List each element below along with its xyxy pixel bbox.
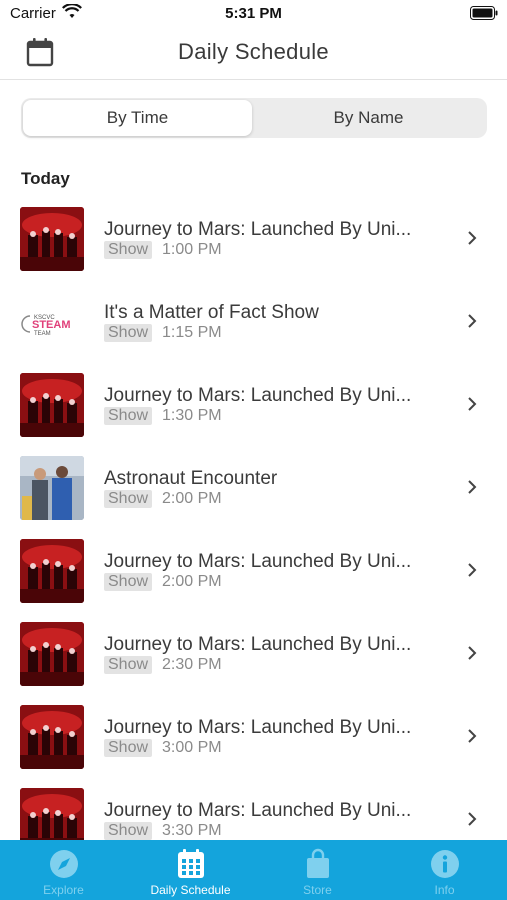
segment-by-name[interactable]: By Name [254, 100, 483, 136]
journey-to-mars-thumbnail-art [20, 622, 84, 686]
event-meta: Show 3:30 PM [104, 822, 222, 840]
event-thumbnail [20, 788, 84, 840]
tab-label: Daily Schedule [150, 883, 231, 897]
chevron-right-icon [468, 397, 477, 411]
event-title: Astronaut Encounter [104, 468, 278, 489]
tab-info[interactable]: Info [381, 840, 507, 900]
event-row[interactable]: Journey to Mars: Launched By Uni... Show 2… [0, 528, 507, 611]
event-title: It's a Matter of Fact Show [104, 302, 319, 323]
event-row[interactable]: Journey to Mars: Launched By Uni... Show 2… [0, 611, 507, 694]
event-thumbnail [20, 456, 84, 520]
event-meta: Show 2:00 PM [104, 490, 222, 508]
chevron-right-icon [468, 646, 477, 660]
journey-to-mars-thumbnail-art [20, 539, 84, 603]
steam-logo-sub: TEAM [34, 331, 51, 337]
event-time: 1:30 PM [162, 407, 222, 424]
event-type-badge: Show [104, 656, 153, 674]
battery-icon [470, 6, 498, 20]
event-type-badge: Show [104, 490, 153, 508]
event-meta: Show 1:00 PM [104, 241, 222, 259]
event-time: 2:00 PM [162, 573, 222, 590]
event-title: Journey to Mars: Launched By Uni... [104, 219, 412, 240]
journey-to-mars-thumbnail-art [20, 373, 84, 437]
tab-bar: Explore Daily Schedule Store Info [0, 840, 507, 900]
nav-bar: Daily Schedule [0, 28, 507, 80]
chevron-right-icon [468, 231, 477, 245]
event-type-badge: Show [104, 407, 153, 425]
event-meta: Show 1:15 PM [104, 324, 222, 342]
steam-logo-main: STEAM [32, 319, 71, 331]
event-type-badge: Show [104, 822, 153, 840]
tab-explore[interactable]: Explore [0, 840, 127, 900]
tab-label: Explore [43, 883, 84, 897]
info-icon [431, 850, 459, 878]
event-row[interactable]: KSCVC STEAM TEAM It's a Matter of Fact Show… [0, 279, 507, 362]
event-time: 1:15 PM [162, 324, 222, 341]
event-thumbnail [20, 373, 84, 437]
event-row[interactable]: Journey to Mars: Launched By Uni... Show 3… [0, 777, 507, 840]
event-title: Journey to Mars: Launched By Uni... [104, 800, 412, 821]
event-time: 2:00 PM [162, 490, 222, 507]
event-time: 3:00 PM [162, 739, 222, 756]
event-meta: Show 3:00 PM [104, 739, 222, 757]
tab-label: Store [303, 883, 332, 897]
event-meta: Show 1:30 PM [104, 407, 222, 425]
event-title: Journey to Mars: Launched By Uni... [104, 717, 412, 738]
event-row[interactable]: Journey to Mars: Launched By Uni... Show 1… [0, 196, 507, 279]
chevron-right-icon [468, 563, 477, 577]
shopping-bag-icon [307, 848, 329, 878]
event-row[interactable]: Astronaut Encounter Show 2:00 PM [0, 445, 507, 528]
event-list: Journey to Mars: Launched By Uni... Show 1… [0, 196, 507, 840]
journey-to-mars-thumbnail-art [20, 705, 84, 769]
page-title: Daily Schedule [178, 39, 329, 64]
event-row[interactable]: Journey to Mars: Launched By Uni... Show 3… [0, 694, 507, 777]
chevron-right-icon [468, 480, 477, 494]
journey-to-mars-thumbnail-art [20, 788, 84, 840]
event-thumbnail [20, 622, 84, 686]
chevron-right-icon [468, 812, 477, 826]
event-time: 2:30 PM [162, 656, 222, 673]
event-thumbnail: KSCVC STEAM TEAM [20, 290, 84, 354]
status-bar: Carrier 5:31 PM [0, 0, 507, 28]
calendar-icon [178, 849, 204, 878]
compass-icon [50, 850, 78, 878]
event-type-badge: Show [104, 573, 153, 591]
journey-to-mars-thumbnail-art [20, 207, 84, 271]
segment-by-time[interactable]: By Time [23, 100, 252, 136]
event-type-badge: Show [104, 324, 153, 342]
event-thumbnail [20, 705, 84, 769]
event-thumbnail [20, 539, 84, 603]
steam-team-logo: KSCVCSTEAMTEAM [21, 315, 71, 337]
event-time: 1:00 PM [162, 241, 222, 258]
chevron-right-icon [468, 729, 477, 743]
event-title: Journey to Mars: Launched By Uni... [104, 385, 412, 406]
tab-daily-schedule[interactable]: Daily Schedule [127, 840, 254, 900]
tab-label: Info [434, 883, 455, 897]
event-time: 3:30 PM [162, 822, 222, 839]
event-type-badge: Show [104, 241, 153, 259]
event-title: Journey to Mars: Launched By Uni... [104, 551, 412, 572]
section-header-today: Today [21, 169, 70, 188]
event-title: Journey to Mars: Launched By Uni... [104, 634, 412, 655]
sort-segmented-control: By Time By Name [21, 98, 487, 138]
event-type-badge: Show [104, 739, 153, 757]
chevron-right-icon [468, 314, 477, 328]
clock: 5:31 PM [225, 5, 282, 22]
event-meta: Show 2:30 PM [104, 656, 222, 674]
astronaut-encounter-thumbnail-art [20, 456, 84, 520]
event-thumbnail [20, 207, 84, 271]
event-meta: Show 2:00 PM [104, 573, 222, 591]
tab-store[interactable]: Store [254, 840, 381, 900]
event-row[interactable]: Journey to Mars: Launched By Uni... Show 1… [0, 362, 507, 445]
